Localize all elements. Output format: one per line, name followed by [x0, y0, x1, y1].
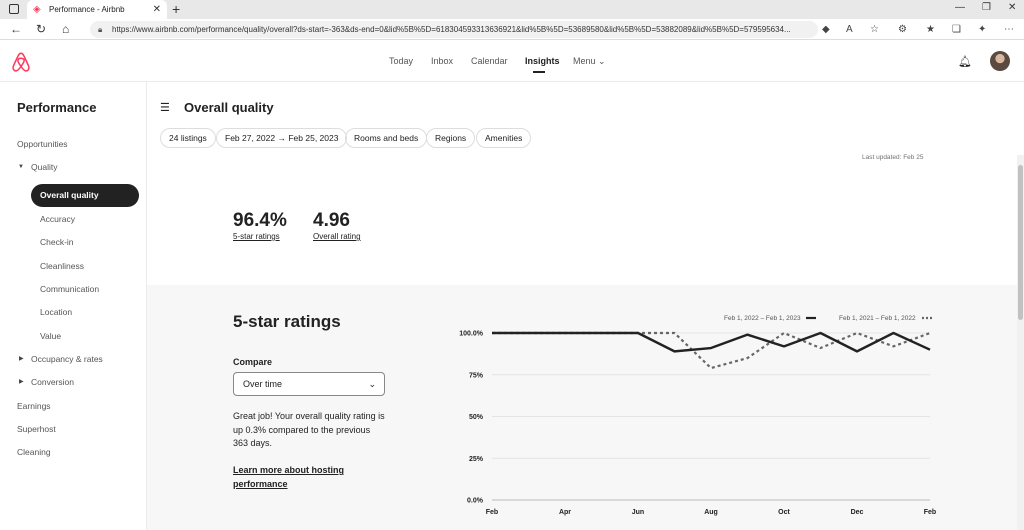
caret-down-icon: ▼: [18, 164, 24, 170]
chevron-down-icon: ⌄: [598, 56, 606, 66]
read-aloud-icon[interactable]: A: [846, 24, 853, 35]
extension-icon[interactable]: ◆: [822, 24, 830, 35]
legend-label: Feb 1, 2021 – Feb 1, 2022: [839, 315, 916, 322]
regions-filter-chip[interactable]: Regions: [426, 128, 476, 148]
sidebar-item-superhost[interactable]: Superhost: [17, 424, 56, 434]
date-start: Feb 27, 2022: [225, 133, 276, 143]
more-icon[interactable]: ⋯: [1004, 24, 1014, 35]
page-scrollbar-thumb[interactable]: [1018, 165, 1023, 320]
restore-icon[interactable]: ❐: [982, 2, 991, 13]
sidebar-item-quality[interactable]: Quality: [31, 162, 57, 172]
five-star-ratings-link[interactable]: 5-star ratings: [233, 232, 280, 241]
y-tick-label: 75%: [469, 372, 484, 379]
date-end: Feb 25, 2023: [288, 133, 339, 143]
sidebar-item-cleanliness[interactable]: Cleanliness: [40, 261, 84, 271]
close-window-icon[interactable]: ✕: [1008, 2, 1016, 13]
performance-message: Great job! Your overall quality rating i…: [233, 411, 385, 448]
close-tab-icon[interactable]: ✕: [153, 4, 161, 15]
amenities-filter-chip[interactable]: Amenities: [476, 128, 532, 148]
learn-more-link[interactable]: Learn more about hosting performance: [233, 464, 373, 491]
x-tick-label: Jun: [632, 509, 644, 516]
avatar[interactable]: [990, 51, 1010, 71]
x-tick-label: Feb: [486, 509, 498, 516]
sidebar-item-earnings[interactable]: Earnings: [17, 401, 51, 411]
collections-icon[interactable]: ❏: [952, 24, 961, 35]
new-tab-icon[interactable]: +: [172, 1, 180, 17]
hamburger-menu-icon[interactable]: ☰: [160, 101, 170, 114]
x-tick-label: Aug: [704, 509, 718, 516]
nav-calendar[interactable]: Calendar: [471, 56, 508, 66]
compare-select-value: Over time: [243, 379, 283, 389]
copilot-icon[interactable]: ✦: [978, 24, 986, 35]
url-field[interactable]: 🔒︎ https://www.airbnb.com/performance/qu…: [90, 21, 818, 38]
sidebar: Performance: [0, 82, 147, 530]
sidebar-item-location[interactable]: Location: [40, 307, 72, 317]
caret-right-icon: ▶: [19, 379, 24, 385]
sidebar-item-opportunities[interactable]: Opportunities: [17, 139, 68, 149]
series-line-current: [492, 331, 931, 353]
minimize-icon[interactable]: —: [955, 2, 965, 13]
overall-rating-link[interactable]: Overall rating: [313, 232, 361, 241]
compare-select[interactable]: Over time ⌄: [233, 372, 385, 396]
y-tick-label: 100.0%: [459, 331, 484, 338]
home-icon[interactable]: ⌂: [62, 22, 69, 36]
browser-tab[interactable]: ◈ Performance - Airbnb ✕: [27, 0, 167, 19]
date-range-filter-chip[interactable]: Feb 27, 2022 → Feb 25, 2023: [216, 128, 348, 148]
airbnb-logo-icon[interactable]: [11, 51, 31, 73]
sidebar-title: Performance: [17, 100, 97, 115]
favorite-icon[interactable]: ☆: [870, 24, 879, 35]
url-text: https://www.airbnb.com/performance/quali…: [112, 25, 791, 34]
sidebar-item-cleaning[interactable]: Cleaning: [17, 447, 51, 457]
compare-label: Compare: [233, 357, 273, 367]
legend-label: Feb 1, 2022 – Feb 1, 2023: [724, 315, 801, 322]
x-tick-label: Dec: [851, 509, 864, 516]
last-updated-text: Last updated: Feb 25: [862, 154, 924, 161]
notification-bell-icon[interactable]: 🔔︎: [958, 55, 972, 68]
sidebar-item-value[interactable]: Value: [40, 331, 61, 341]
chevron-down-icon: ⌄: [368, 379, 376, 389]
sidebar-toggle-icon[interactable]: [9, 4, 19, 14]
airbnb-favicon-icon: ◈: [33, 3, 41, 15]
tab-title: Performance - Airbnb: [49, 5, 125, 14]
y-tick-label: 25%: [469, 456, 484, 463]
site-header: Today Inbox Calendar Insights Menu ⌄ 🔔︎: [0, 40, 1024, 82]
section-title: 5-star ratings: [233, 312, 341, 331]
nav-menu-label: Menu: [573, 56, 596, 66]
y-tick-label: 0.0%: [467, 498, 484, 505]
page-title: Overall quality: [184, 100, 274, 115]
nav-menu[interactable]: Menu ⌄: [573, 56, 606, 67]
favorites-icon[interactable]: ★: [926, 24, 935, 35]
sidebar-item-conversion[interactable]: Conversion: [31, 377, 74, 387]
nav-inbox[interactable]: Inbox: [431, 56, 453, 66]
nav-insights[interactable]: Insights: [525, 56, 560, 66]
x-tick-label: Feb: [924, 509, 936, 516]
series-line-previous: [492, 331, 931, 370]
nav-today[interactable]: Today: [389, 56, 413, 66]
sidebar-item-occupancy-rates[interactable]: Occupancy & rates: [31, 354, 103, 364]
sidebar-item-communication[interactable]: Communication: [40, 284, 99, 294]
sidebar-item-check-in[interactable]: Check-in: [40, 237, 74, 247]
back-icon[interactable]: ←: [10, 22, 22, 36]
listings-filter-chip[interactable]: 24 listings: [160, 128, 216, 148]
five-star-ratings-chart: 100.0%75%50%25%0.0%Feb Apr Jun Aug Oct Dec Feb…: [459, 315, 936, 516]
caret-right-icon: ▶: [19, 356, 24, 362]
refresh-icon[interactable]: ↻: [36, 22, 46, 36]
lock-icon: 🔒︎: [98, 25, 103, 34]
five-star-percent-value: 96.4%: [233, 210, 287, 231]
overall-rating-value: 4.96: [313, 210, 350, 231]
extensions-icon[interactable]: ⚙: [898, 24, 907, 35]
x-tick-label: Apr: [559, 509, 571, 516]
rooms-beds-filter-chip[interactable]: Rooms and beds: [345, 128, 428, 148]
active-nav-underline: [533, 71, 545, 73]
main-summary-area: [147, 82, 1017, 285]
browser-tab-bar: ◈ Performance - Airbnb ✕ + — ❐ ✕: [0, 0, 1024, 19]
x-tick-label: Oct: [778, 509, 790, 516]
arrow-right-icon: →: [277, 133, 286, 143]
sidebar-item-overall-quality[interactable]: Overall quality: [31, 184, 139, 207]
sidebar-item-accuracy[interactable]: Accuracy: [40, 214, 75, 224]
y-tick-label: 50%: [469, 414, 484, 421]
